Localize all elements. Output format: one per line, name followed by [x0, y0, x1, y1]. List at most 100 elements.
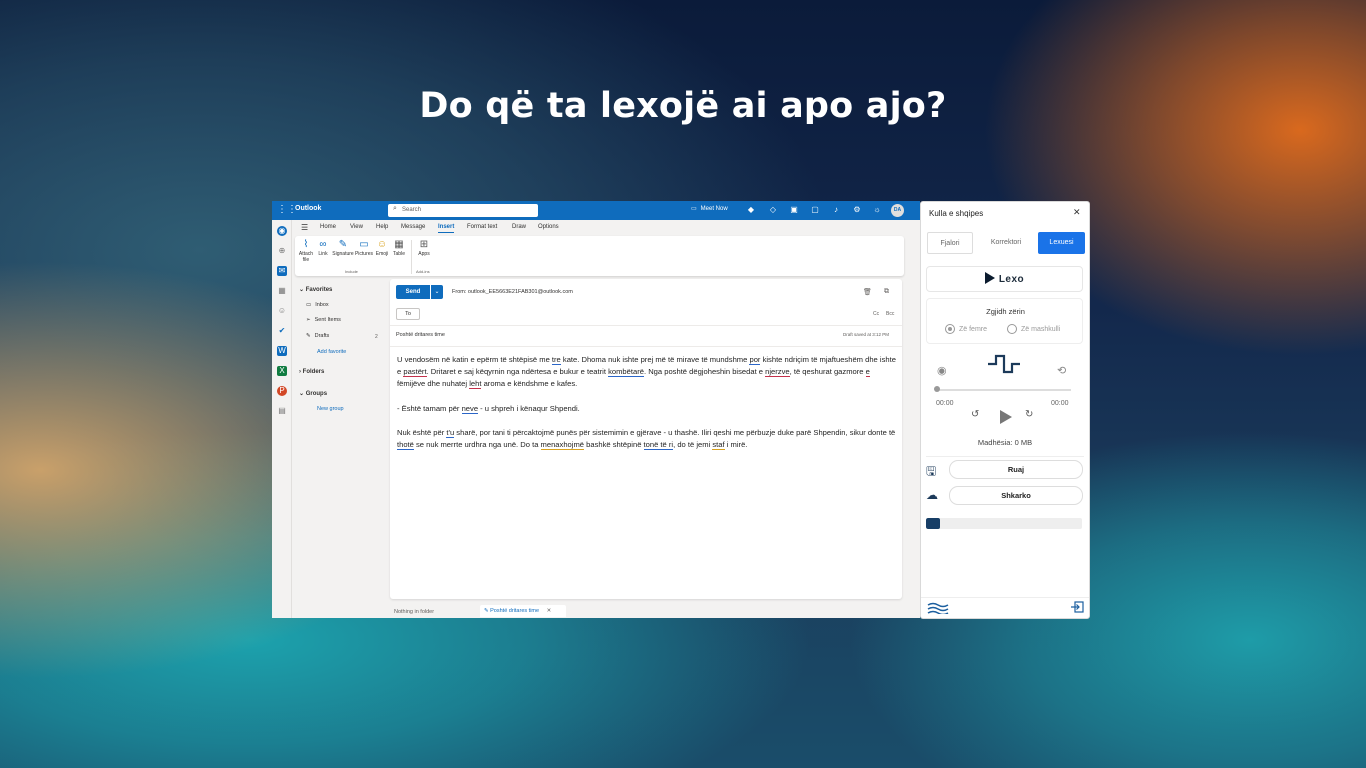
outlook-topbar: ⋮⋮ Outlook ⌕ Search ▭ Meet Now ◆ ◇ ▣ ▢ ♪…	[272, 201, 920, 220]
file-size: Madhësia: 0 MB	[977, 438, 1033, 447]
voice-male-radio[interactable]: Zë mashkulli	[1007, 324, 1060, 334]
favorites-header[interactable]: ⌄ Favorites	[299, 286, 332, 293]
add-favorite-link[interactable]: Add favorite	[317, 349, 346, 355]
more-apps-icon[interactable]: ▤	[277, 406, 287, 416]
tab-view[interactable]: View	[350, 224, 363, 230]
play-circle-icon[interactable]: ◉	[937, 364, 947, 377]
play-button[interactable]	[1000, 410, 1012, 424]
audio-progress-track[interactable]	[936, 389, 1071, 391]
diamond-icon[interactable]: ◇	[768, 205, 778, 215]
tab-fjalori[interactable]: Fjalori	[927, 232, 973, 254]
draft-tab[interactable]: ✎ Poshtë dritares time ✕	[480, 605, 566, 617]
ribbon: ⌇ Attach file ∞ Link ✎ Signature ▭ Pictu…	[295, 236, 904, 276]
tab-message[interactable]: Message	[401, 224, 425, 230]
menu-icon[interactable]: ☰	[301, 223, 308, 232]
cc-button[interactable]: Cc	[873, 311, 879, 317]
tab-insert[interactable]: Insert	[438, 224, 455, 233]
app-name: Outlook	[295, 205, 322, 212]
divider	[921, 597, 1089, 598]
emoji-icon: ☺	[376, 239, 388, 250]
calendar-icon[interactable]: ▦	[277, 286, 287, 296]
tab-home[interactable]: Home	[320, 224, 336, 230]
meet-now-button[interactable]: ▭ Meet Now	[691, 205, 728, 213]
folder-sent-items[interactable]: ➢ Sent Items	[306, 317, 341, 323]
add-app-icon[interactable]: ⊕	[277, 246, 287, 256]
tab-options[interactable]: Options	[538, 224, 559, 230]
app-launcher-icon[interactable]: ⋮⋮	[277, 205, 297, 215]
send-options-chevron-icon[interactable]: ⌄	[431, 285, 443, 299]
ribbon-separator	[411, 240, 412, 274]
addin-panel: Kulla e shqipes ✕ Fjalori Korrektori Lex…	[920, 201, 1090, 619]
trash-icon[interactable]: 🗑	[863, 288, 872, 296]
lightbulb-icon[interactable]: ☼	[872, 205, 882, 215]
message-body[interactable]: U vendosëm në katin e epërm të shtëpisë …	[397, 354, 897, 463]
people-icon[interactable]: ☺	[277, 306, 287, 316]
loop-icon[interactable]: ⟲	[1057, 364, 1066, 377]
download-button[interactable]: Shkarko	[949, 486, 1083, 505]
sign-out-icon[interactable]	[1070, 601, 1084, 613]
folder-inbox[interactable]: ▭ Inbox	[306, 302, 329, 308]
send-button[interactable]: Send	[396, 285, 430, 299]
pictures-button[interactable]: ▭ Pictures	[354, 239, 374, 257]
group-include-label: Include	[345, 269, 358, 274]
gear-icon[interactable]: ⚙	[852, 205, 862, 215]
rewind-icon[interactable]: ↺	[971, 409, 979, 420]
radio-icon	[945, 324, 955, 334]
drafts-count: 2	[375, 334, 378, 340]
outlook-window: ⋮⋮ Outlook ⌕ Search ▭ Meet Now ◆ ◇ ▣ ▢ ♪…	[272, 201, 920, 618]
close-icon[interactable]: ✕	[547, 608, 552, 614]
forward-icon[interactable]: ↻	[1025, 409, 1033, 420]
bell-icon[interactable]: ♪	[831, 205, 841, 215]
divider	[390, 346, 902, 347]
search-input[interactable]: ⌕ Search	[388, 204, 538, 217]
status-row: Nothing in folder ✎ Poshtë dritares time…	[390, 603, 902, 618]
time-end: 00:00	[1051, 400, 1069, 407]
notes-icon[interactable]: ▣	[789, 205, 799, 215]
tab-format-text[interactable]: Format text	[467, 224, 497, 230]
signature-button[interactable]: ✎ Signature	[332, 239, 354, 257]
apps-icon: ⊞	[419, 239, 429, 250]
from-field[interactable]: From: outlook_EE5663E21FAB301@outlook.co…	[452, 289, 573, 295]
panel-title: Kulla e shqipes	[929, 209, 984, 218]
attach-file-button[interactable]: ⌇ Attach file	[297, 239, 315, 263]
inbox-icon: ▭	[306, 302, 312, 308]
folders-header[interactable]: › Folders	[299, 369, 324, 375]
audio-progress-handle[interactable]	[934, 386, 940, 392]
excel-icon[interactable]: X	[277, 366, 287, 376]
whiteboard-icon[interactable]: ▢	[810, 205, 820, 215]
emoji-button[interactable]: ☺ Emoji	[374, 239, 390, 257]
video-icon: ▭	[691, 206, 697, 212]
outlook-logo-icon[interactable]: ◉	[277, 226, 287, 236]
subject-field[interactable]: Poshtë dritares time	[396, 332, 445, 338]
powerpoint-icon[interactable]: P	[277, 386, 287, 396]
table-button[interactable]: ▦ Table	[390, 239, 408, 257]
popout-icon[interactable]: ⧉	[884, 288, 889, 296]
group-addins-label: Add-ins	[416, 269, 430, 274]
to-button[interactable]: To	[396, 308, 420, 320]
read-button[interactable]: Lexo	[926, 266, 1083, 292]
link-button[interactable]: ∞ Link	[314, 239, 332, 257]
tab-lexuesi[interactable]: Lexuesi	[1038, 232, 1085, 254]
apps-button[interactable]: ⊞ Apps	[415, 239, 433, 257]
save-button[interactable]: Ruaj	[949, 460, 1083, 479]
tab-help[interactable]: Help	[376, 224, 388, 230]
teams-icon[interactable]: ◆	[746, 205, 756, 215]
new-group-link[interactable]: New group	[317, 406, 344, 412]
bcc-button[interactable]: Bcc	[886, 311, 894, 317]
todo-icon[interactable]: ✔	[277, 326, 287, 336]
mail-icon[interactable]: ✉	[277, 266, 287, 276]
body-paragraph-1: U vendosëm në katin e epërm të shtëpisë …	[397, 355, 896, 390]
voice-female-radio[interactable]: Zë femre	[945, 324, 987, 334]
waveform-icon	[988, 354, 1020, 374]
left-app-rail: ◉ ⊕ ✉ ▦ ☺ ✔ W X P ▤	[272, 220, 292, 618]
word-icon[interactable]: W	[277, 346, 287, 356]
close-icon[interactable]: ✕	[1073, 207, 1081, 218]
folder-drafts[interactable]: ✎ Drafts	[306, 333, 329, 339]
panel-tabs: Fjalori Korrektori Lexuesi	[927, 232, 1085, 254]
tab-draw[interactable]: Draw	[512, 224, 526, 230]
avatar[interactable]: DA	[891, 204, 904, 217]
groups-header[interactable]: ⌄ Groups	[299, 390, 327, 397]
tab-korrektori[interactable]: Korrektori	[982, 232, 1030, 254]
cloud-download-icon: ☁	[926, 488, 938, 502]
radio-icon	[1007, 324, 1017, 334]
